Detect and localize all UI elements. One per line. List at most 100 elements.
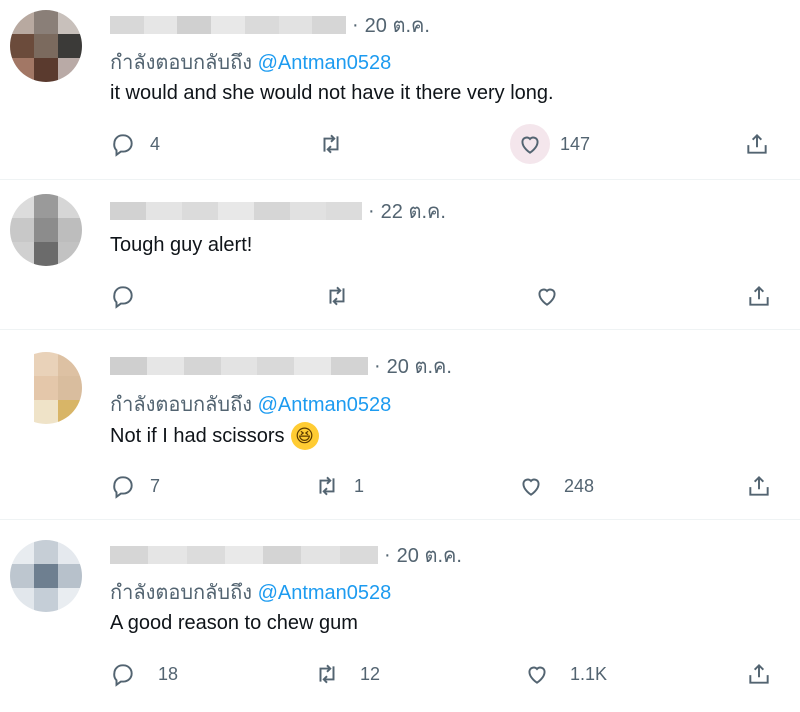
reply-button[interactable]: 4 [110,124,160,164]
avatar-pixel [10,58,34,82]
tweet-header: · 20 ต.ค. [110,542,462,568]
tweet-date[interactable]: 20 ต.ค. [387,350,452,382]
like-button[interactable] [534,276,560,316]
avatar-pixel [10,400,34,424]
mention-link[interactable]: @Antman0528 [258,394,392,416]
retweet-button[interactable]: 1 [314,466,364,506]
heart-icon [528,666,546,684]
tweet[interactable]: · 22 ต.ค. Tough guy alert! [0,180,800,330]
username-blur-block [244,16,279,34]
tweet-text: Tough guy alert! [110,234,252,257]
tweet-date[interactable]: 20 ต.ค. [397,539,462,571]
avatar[interactable] [10,352,82,424]
retweet-icon [329,286,345,306]
like-button[interactable]: 248 [518,466,594,506]
grinning-squinting-emoji: 😆 [290,422,319,450]
tweet-date[interactable]: 20 ต.ค. [365,9,430,41]
avatar-pixel [10,376,34,400]
mention-link[interactable]: @Antman0528 [258,52,392,74]
share-button[interactable] [746,654,772,694]
username-blur-block [326,202,362,220]
like-button[interactable]: 147 [510,124,590,164]
share-button[interactable] [744,124,770,164]
username-blur-block [278,16,313,34]
like-button[interactable]: 1.1K [524,654,607,694]
username-blurred[interactable] [110,546,378,564]
avatar-pixel [34,540,58,564]
username-blur-block [263,546,302,564]
avatar-pixel [34,58,58,82]
avatar[interactable] [10,540,82,612]
username-blur-block [254,202,290,220]
avatar-pixel [58,400,82,424]
username-blurred[interactable] [110,16,346,34]
avatar-pixel [58,10,82,34]
avatar-pixel [34,376,58,400]
username-blur-block [110,357,147,375]
avatar-pixel [58,352,82,376]
tweet-actions: 18 12 1.1K [96,654,786,694]
tweet-header: · 22 ต.ค. [110,198,446,224]
separator-dot: · [384,543,391,566]
avatar-pixel [58,58,82,82]
tweet[interactable]: · 20 ต.ค. กำลังตอบกลับถึง @Antman0528 A … [0,520,800,712]
avatar[interactable] [10,10,82,82]
reply-icon [113,134,133,157]
reply-button[interactable] [110,276,136,316]
avatar-pixel [34,564,58,588]
avatar-pixel [58,540,82,564]
share-button[interactable] [746,466,772,506]
retweet-button[interactable] [324,276,350,316]
username-blurred[interactable] [110,357,368,375]
avatar-pixel [58,34,82,58]
username-blur-block [218,202,254,220]
share-icon [749,285,769,306]
replying-prefix: กำลังตอบกลับถึง [110,394,252,416]
avatar-pixel [34,218,58,242]
username-blur-block [257,357,295,375]
reply-count: 18 [158,663,179,684]
tweet[interactable]: · 20 ต.ค. กำลังตอบกลับถึง @Antman0528 it… [0,0,800,180]
retweet-button[interactable]: 12 [314,654,380,694]
replying-prefix: กำลังตอบกลับถึง [110,52,252,74]
separator-dot: · [374,354,381,377]
reply-icon [113,476,133,499]
separator-dot: · [368,199,375,222]
username-blur-block [110,546,149,564]
avatar-pixel [34,194,58,218]
mention-link[interactable]: @Antman0528 [258,582,392,604]
tweet-actions: 4 147 [96,124,786,164]
reply-button[interactable]: 7 [110,466,160,506]
reply-button[interactable]: 18 [110,654,178,694]
avatar-pixel [34,242,58,266]
reply-count: 7 [150,475,161,496]
avatar-pixel [58,588,82,612]
tweet[interactable]: · 20 ต.ค. กำลังตอบกลับถึง @Antman0528 No… [0,330,800,520]
retweet-button[interactable] [318,124,344,164]
avatar-pixel [10,540,34,564]
heart-icon [538,288,556,306]
username-blur-block [294,357,332,375]
share-button[interactable] [746,276,772,316]
username-blur-block [146,202,182,220]
share-icon [749,475,769,496]
username-blur-block [183,357,221,375]
username-blur-block [339,546,378,564]
tweet-text-content: A good reason to chew gum [110,612,358,634]
replying-prefix: กำลังตอบกลับถึง [110,582,252,604]
username-blur-block [148,546,187,564]
username-blur-block [220,357,258,375]
retweet-count: 1 [354,475,365,496]
tweet-date[interactable]: 22 ต.ค. [381,195,446,227]
like-count: 248 [564,475,595,496]
like-count: 147 [560,133,591,154]
reply-count: 4 [150,133,161,154]
tweet-text-content: it would and she would not have it there… [110,82,554,104]
avatar[interactable] [10,194,82,266]
avatar-pixel [10,352,34,376]
avatar-pixel [34,588,58,612]
reply-icon [113,664,133,687]
username-blurred[interactable] [110,202,362,220]
replying-to: กำลังตอบกลับถึง @Antman0528 [110,388,391,420]
tweet-header: · 20 ต.ค. [110,12,430,38]
